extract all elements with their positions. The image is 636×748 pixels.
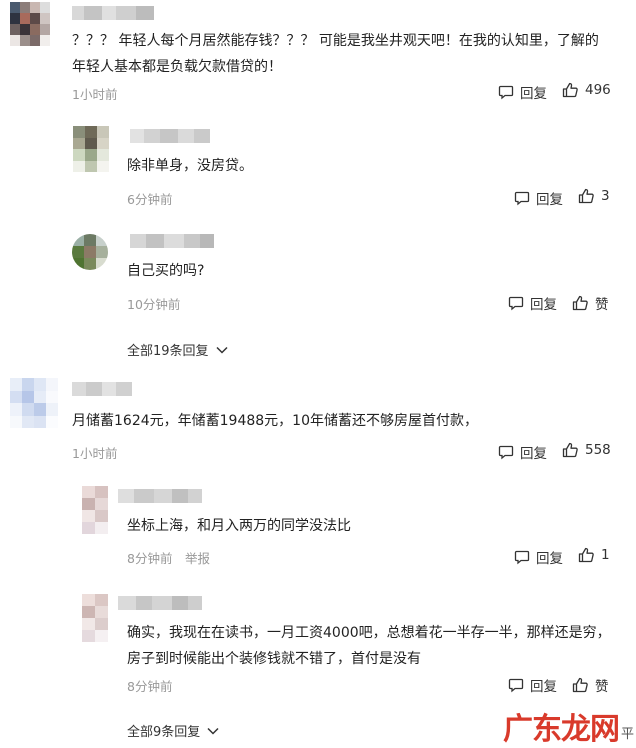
- comment-bubble-icon: [508, 678, 524, 693]
- comment-bubble-icon: [498, 85, 514, 100]
- like-button[interactable]: 558: [562, 442, 611, 458]
- thumbs-up-icon: [572, 295, 588, 311]
- expand-replies-button[interactable]: 全部9条回复: [127, 721, 220, 740]
- like-count: 558: [585, 442, 611, 458]
- expand-replies-button[interactable]: 全部19条回复: [127, 340, 229, 359]
- reply-button[interactable]: 回复: [498, 442, 547, 462]
- reply-button[interactable]: 回复: [514, 188, 563, 208]
- reply-button[interactable]: 回复: [508, 675, 557, 695]
- watermark-small-text: 平: [620, 727, 634, 742]
- avatar[interactable]: [72, 234, 108, 270]
- like-count: 1: [601, 547, 610, 563]
- reply-text: 坐标上海，和月入两万的同学没法比: [127, 518, 351, 534]
- username-blurred[interactable]: [118, 489, 202, 503]
- username-blurred[interactable]: [130, 234, 214, 248]
- comment-time: 1小时前: [72, 446, 118, 461]
- like-count: 赞: [595, 297, 609, 313]
- thumbs-up-icon: [578, 188, 594, 204]
- watermark: 广东龙网 平: [503, 712, 634, 748]
- chevron-down-icon: [207, 727, 219, 735]
- like-button[interactable]: 1: [578, 547, 610, 563]
- reply-label: 回复: [530, 297, 557, 313]
- reply-time: 6分钟前: [127, 192, 173, 207]
- chevron-down-icon: [216, 346, 228, 354]
- like-count: 3: [601, 188, 610, 204]
- reply-text: 确实，我现在在读书，一月工资4000吧，总想着花一半存一半，那样还是穷，房子到时…: [127, 625, 611, 667]
- comment-bubble-icon: [514, 191, 530, 206]
- avatar[interactable]: [73, 126, 109, 172]
- more-replies-label: 全部9条回复: [127, 725, 201, 740]
- username-blurred[interactable]: [118, 596, 202, 610]
- thumbs-up-icon: [572, 677, 588, 693]
- reply-text: 自己买的吗?: [127, 263, 205, 279]
- avatar[interactable]: [10, 2, 50, 46]
- reply-label: 回复: [520, 86, 547, 102]
- reply-label: 回复: [536, 551, 563, 567]
- thumbs-up-icon: [578, 547, 594, 563]
- reply-text: 除非单身，没房贷。: [127, 158, 253, 174]
- thumbs-up-icon: [562, 442, 578, 458]
- avatar[interactable]: [10, 378, 58, 428]
- reply-time: 10分钟前: [127, 297, 181, 312]
- comment-text: ？？？ 年轻人每个月居然能存钱？？？ 可能是我坐井观天吧！在我的认知里，了解的年…: [72, 33, 599, 75]
- reply-time: 8分钟前: [127, 679, 173, 694]
- avatar[interactable]: [82, 594, 108, 642]
- like-button[interactable]: 496: [562, 82, 611, 98]
- like-count: 496: [585, 82, 611, 98]
- username-blurred[interactable]: [72, 382, 132, 396]
- report-link[interactable]: 举报: [185, 548, 210, 567]
- comment-bubble-icon: [508, 296, 524, 311]
- username-blurred[interactable]: [72, 6, 154, 20]
- reply-label: 回复: [520, 446, 547, 462]
- reply-button[interactable]: 回复: [514, 547, 563, 567]
- username-blurred[interactable]: [130, 129, 210, 143]
- like-button[interactable]: 赞: [572, 675, 609, 695]
- comment-bubble-icon: [514, 550, 530, 565]
- like-button[interactable]: 赞: [572, 293, 609, 313]
- reply-time: 8分钟前: [127, 551, 173, 566]
- comment-text: 月储蓄1624元，年储蓄19488元，10年储蓄还不够房屋首付款，: [72, 413, 478, 429]
- like-button[interactable]: 3: [578, 188, 610, 204]
- comment-time: 1小时前: [72, 87, 118, 102]
- like-count: 赞: [595, 679, 609, 695]
- thumbs-up-icon: [562, 82, 578, 98]
- avatar[interactable]: [82, 486, 108, 534]
- comment-bubble-icon: [498, 445, 514, 460]
- reply-button[interactable]: 回复: [498, 82, 547, 102]
- more-replies-label: 全部19条回复: [127, 344, 209, 359]
- reply-label: 回复: [536, 192, 563, 208]
- watermark-logo-text: 广东龙网: [502, 712, 620, 747]
- reply-label: 回复: [530, 679, 557, 695]
- reply-button[interactable]: 回复: [508, 293, 557, 313]
